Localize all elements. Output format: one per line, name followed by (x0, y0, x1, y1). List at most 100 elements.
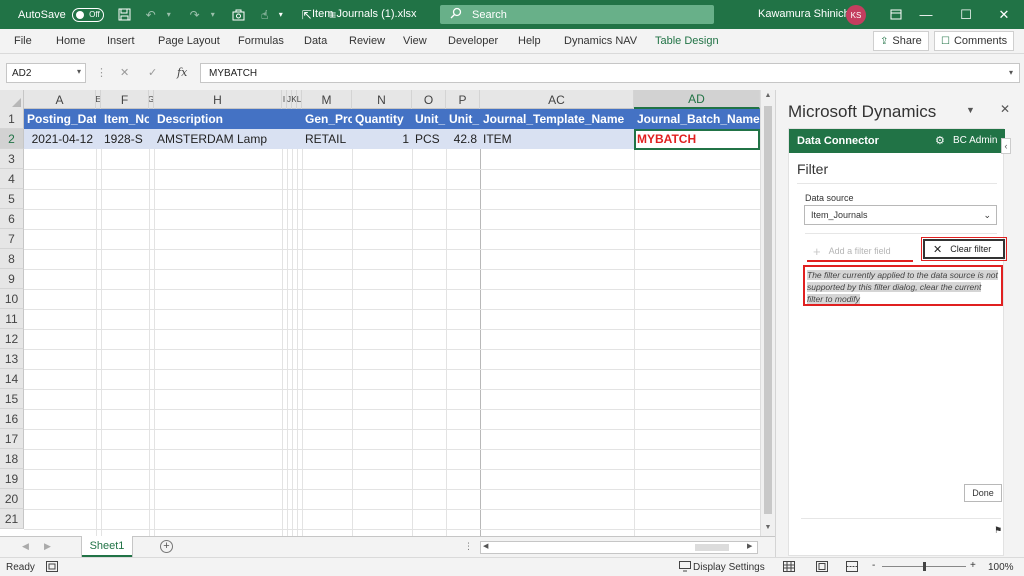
row-header[interactable]: 18 (0, 449, 24, 469)
column-header-p[interactable]: P (446, 90, 480, 109)
row-header[interactable]: 15 (0, 389, 24, 409)
table-header-cell[interactable]: Unit_ (412, 109, 446, 129)
scroll-left-icon[interactable]: ◀ (483, 542, 488, 550)
table-cell[interactable]: AMSTERDAM Lamp (154, 129, 282, 149)
scroll-thumb[interactable] (764, 106, 772, 514)
undo-icon[interactable]: ↶ (144, 8, 158, 22)
row-header[interactable]: 17 (0, 429, 24, 449)
close-icon[interactable]: ✕ (984, 0, 1024, 29)
table-header-cell[interactable]: Description (154, 109, 282, 129)
row-header[interactable]: 8 (0, 249, 24, 269)
scroll-up-icon[interactable]: ▲ (763, 92, 773, 102)
display-settings-icon[interactable] (679, 561, 691, 575)
redo-dropdown-icon[interactable]: ▾ (206, 8, 220, 22)
sheet-prev-icon[interactable]: ◀ (22, 541, 29, 552)
table-cell[interactable]: RETAIL (302, 129, 352, 149)
select-all-button[interactable] (0, 90, 24, 109)
table-cell[interactable]: 42.8 (446, 129, 480, 149)
tab-file[interactable]: File (14, 35, 32, 47)
table-header-cell[interactable]: Gen_Pro (302, 109, 352, 129)
column-header-ad[interactable]: AD (634, 90, 760, 109)
column-header-n[interactable]: N (352, 90, 412, 109)
touch-mode-icon[interactable]: ☝ (258, 8, 272, 22)
name-box[interactable]: AD2 ▾ (6, 63, 86, 83)
column-header-h[interactable]: H (154, 90, 282, 109)
chevron-down-icon[interactable]: ▾ (77, 67, 81, 76)
enter-icon[interactable]: ✓ (148, 66, 157, 79)
row-header[interactable]: 4 (0, 169, 24, 189)
table-header-cell[interactable]: Item_No (101, 109, 149, 129)
tab-page-layout[interactable]: Page Layout (158, 35, 220, 47)
tab-table-design[interactable]: Table Design (655, 35, 719, 47)
sheet-tab[interactable]: Sheet1 (82, 536, 132, 557)
chevron-left-icon[interactable]: ‹ (1001, 138, 1011, 154)
row-header[interactable]: 14 (0, 369, 24, 389)
sheet-next-icon[interactable]: ▶ (44, 541, 51, 552)
page-break-view-icon[interactable] (846, 561, 858, 575)
done-button[interactable]: Done (964, 484, 1002, 502)
close-icon[interactable]: ✕ (1000, 102, 1010, 116)
cancel-icon[interactable]: ✕ (120, 66, 129, 79)
tab-help[interactable]: Help (518, 35, 541, 47)
row-header[interactable]: 10 (0, 289, 24, 309)
row-header[interactable]: 16 (0, 409, 24, 429)
row-header[interactable]: 5 (0, 189, 24, 209)
row-header[interactable]: 20 (0, 489, 24, 509)
column-header-m[interactable]: M (302, 90, 352, 109)
tab-home[interactable]: Home (56, 35, 85, 47)
zoom-out-button[interactable]: - (872, 560, 875, 571)
add-filter-button[interactable]: + Add a filter field (807, 242, 913, 262)
tab-view[interactable]: View (403, 35, 427, 47)
row-header[interactable]: 3 (0, 149, 24, 169)
scroll-down-icon[interactable]: ▼ (763, 524, 773, 534)
display-settings-label[interactable]: Display Settings (693, 562, 765, 573)
tab-formulas[interactable]: Formulas (238, 35, 284, 47)
formula-input[interactable]: MYBATCH ▾ (200, 63, 1020, 83)
search-box[interactable]: Search (440, 5, 714, 24)
add-sheet-icon[interactable]: + (160, 540, 173, 553)
expand-formula-icon[interactable]: ▾ (1009, 68, 1013, 77)
column-header-ac[interactable]: AC (480, 90, 634, 109)
horizontal-scrollbar[interactable]: ◀ ▶ (480, 541, 758, 554)
tab-data[interactable]: Data (304, 35, 327, 47)
data-source-select[interactable]: Item_Journals ⌄ (804, 205, 997, 225)
table-header-cell[interactable]: Quantity (352, 109, 412, 129)
tab-developer[interactable]: Developer (448, 35, 498, 47)
user-name[interactable]: Kawamura Shinichi (758, 8, 852, 20)
touch-dropdown-icon[interactable]: ▾ (274, 8, 288, 22)
row-header[interactable]: 7 (0, 229, 24, 249)
table-cell[interactable]: 1928-S (101, 129, 149, 149)
column-header-f[interactable]: F (101, 90, 149, 109)
redo-icon[interactable]: ↷ (188, 8, 202, 22)
tab-insert[interactable]: Insert (107, 35, 135, 47)
zoom-level[interactable]: 100% (988, 562, 1014, 573)
tab-review[interactable]: Review (349, 35, 385, 47)
minimize-icon[interactable]: — (906, 0, 946, 29)
table-header-cell[interactable]: Journal_Template_Name (480, 109, 634, 129)
zoom-in-button[interactable]: + (970, 560, 976, 571)
table-header-cell[interactable]: Posting_Dat (24, 109, 96, 129)
table-cell[interactable]: 1 (352, 129, 412, 149)
column-header-a[interactable]: A (24, 90, 96, 109)
row-header[interactable]: 1 (0, 109, 24, 129)
normal-view-icon[interactable] (783, 561, 795, 575)
tab-dynamics-nav[interactable]: Dynamics NAV (564, 35, 637, 47)
row-header[interactable]: 11 (0, 309, 24, 329)
row-header[interactable]: 13 (0, 349, 24, 369)
page-layout-view-icon[interactable] (816, 561, 828, 575)
row-header[interactable]: 21 (0, 509, 24, 529)
maximize-icon[interactable]: ☐ (946, 0, 986, 29)
worksheet-grid[interactable]: A E F G H I J K L M N O P AC AD (0, 90, 760, 536)
macro-record-icon[interactable] (46, 561, 58, 575)
column-header-o[interactable]: O (412, 90, 446, 109)
table-cell[interactable]: 2021-04-12 (24, 129, 96, 149)
pane-options-icon[interactable]: ▼ (966, 105, 975, 115)
table-cell[interactable]: PCS (412, 129, 446, 149)
avatar[interactable]: KS (846, 5, 866, 25)
insert-function-icon[interactable]: fx (177, 66, 187, 79)
comments-button[interactable]: ☐ Comments (934, 31, 1015, 51)
table-header-cell[interactable]: Journal_Batch_Name (634, 109, 760, 129)
gear-icon[interactable]: ⚙ (935, 134, 945, 147)
table-header-cell[interactable]: Unit_ (446, 109, 480, 129)
vertical-scrollbar[interactable]: ▲ ▼ (760, 90, 775, 536)
